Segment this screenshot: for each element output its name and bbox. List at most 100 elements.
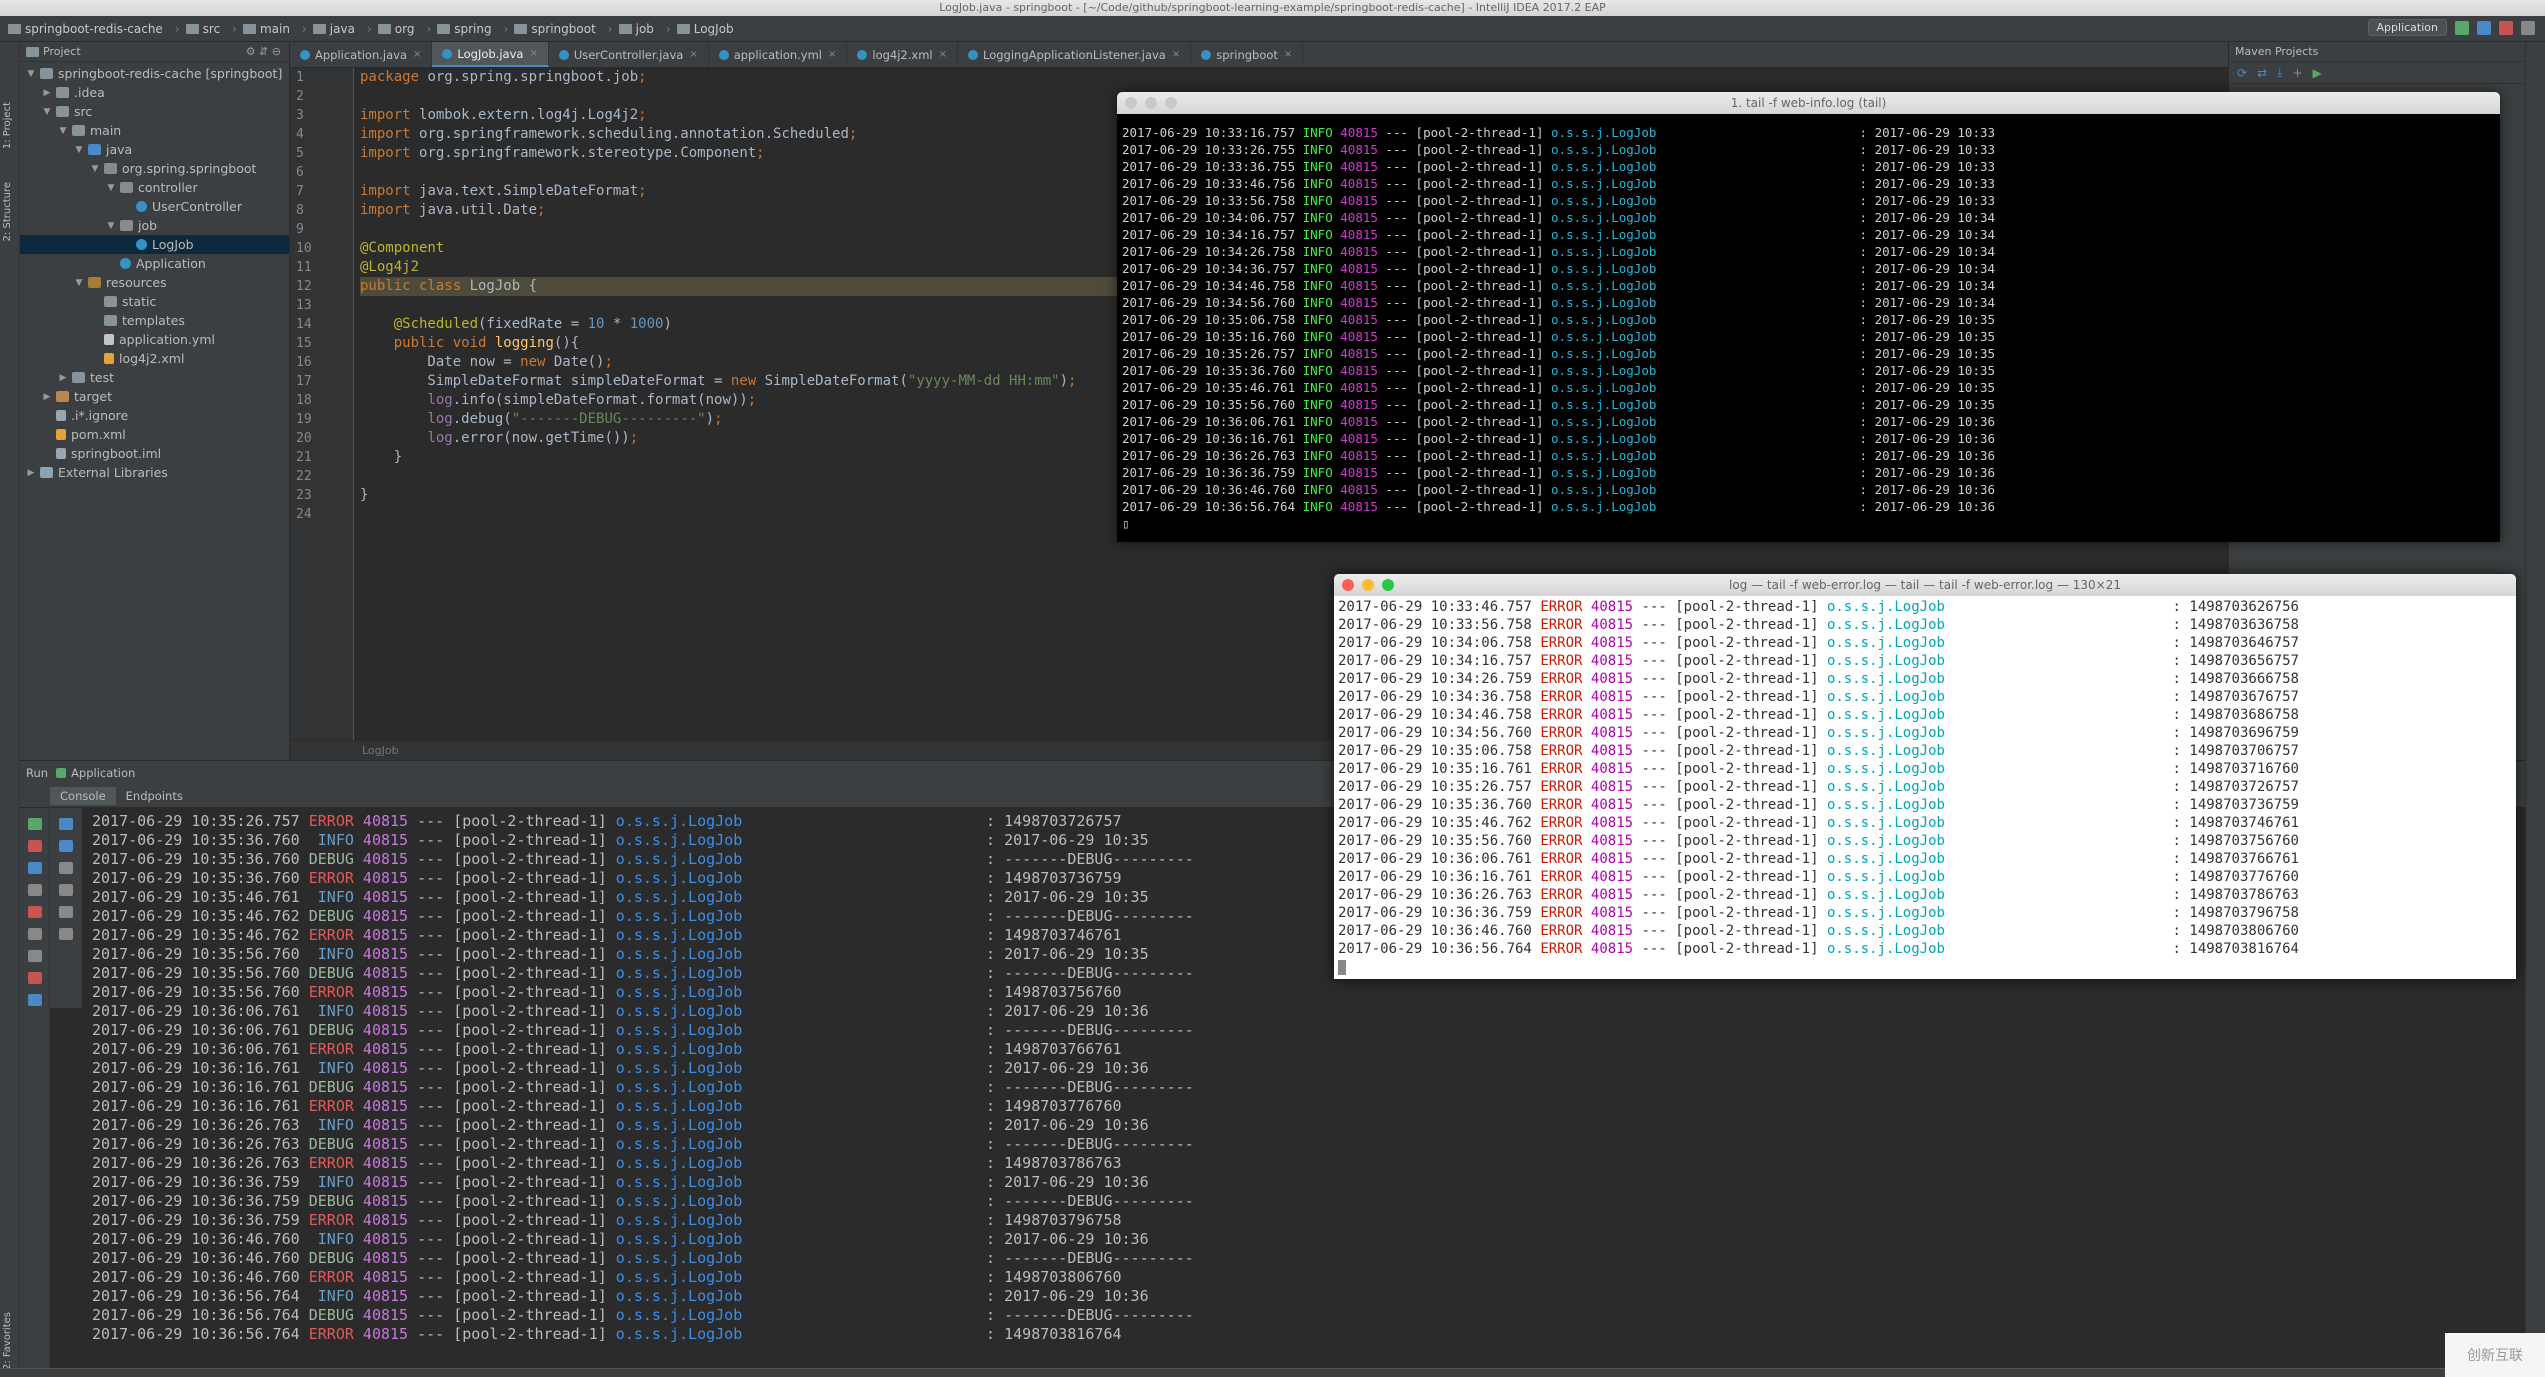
close-tab-icon[interactable]: × (413, 49, 421, 60)
tree-item[interactable]: ▶ test (20, 368, 289, 387)
run-config-select[interactable]: Application (2367, 19, 2447, 36)
tree-item[interactable]: ▼ controller (20, 178, 289, 197)
refresh-icon[interactable]: ⟳ (2237, 66, 2247, 80)
tree-item[interactable]: ▼ org.spring.springboot (20, 159, 289, 178)
breadcrumb-label[interactable]: java (330, 22, 355, 36)
breadcrumb-item[interactable]: › org (361, 22, 415, 36)
layout-icon[interactable] (27, 928, 42, 940)
close-window-icon[interactable] (1125, 97, 1137, 109)
breadcrumb-label[interactable]: job (636, 22, 654, 36)
expand-arrow-icon[interactable]: ▼ (106, 221, 116, 231)
code-line[interactable]: package org.spring.springboot.job; (360, 68, 2228, 87)
tree-item[interactable]: templates (20, 311, 289, 330)
close-icon[interactable] (27, 972, 42, 984)
close-window-icon[interactable] (1342, 579, 1354, 591)
editor-tab[interactable]: UserController.java × (549, 42, 709, 67)
tree-item[interactable]: static (20, 292, 289, 311)
expand-arrow-icon[interactable]: ▶ (42, 392, 52, 402)
breadcrumb-label[interactable]: src (203, 22, 221, 36)
breadcrumb-item[interactable]: springboot-redis-cache (8, 22, 163, 36)
structure-tool-label[interactable]: 2: Structure (2, 182, 13, 241)
breadcrumb-item[interactable]: › java (296, 22, 355, 36)
search-everywhere-icon[interactable] (2521, 20, 2535, 35)
close-tab-icon[interactable]: × (529, 48, 537, 59)
close-tab-icon[interactable]: × (939, 49, 947, 60)
run-panel-label[interactable]: Run (26, 766, 48, 780)
tree-item[interactable]: ▼ main (20, 121, 289, 140)
expand-arrow-icon[interactable]: ▶ (58, 373, 68, 383)
project-pane-title[interactable]: Project (43, 45, 81, 58)
print-icon[interactable] (59, 906, 73, 918)
terminal-info-output[interactable]: 2017-06-29 10:33:16.757 INFO 40815 --- [… (1117, 114, 2500, 532)
expand-arrow-icon[interactable]: ▼ (26, 69, 36, 79)
project-tool-label[interactable]: 1: Project (2, 102, 13, 149)
tree-item[interactable]: ▼ src (20, 102, 289, 121)
breadcrumb-item[interactable]: › job (602, 22, 654, 36)
tab-console[interactable]: Console (50, 786, 116, 805)
zoom-window-icon[interactable] (1165, 97, 1177, 109)
add-icon[interactable]: + (2292, 66, 2302, 80)
expand-arrow-icon[interactable]: ▼ (42, 107, 52, 117)
favorites-tool-label[interactable]: 2: Favorites (2, 1312, 13, 1370)
terminal-window-error-log[interactable]: log — tail -f web-error.log — tail — tai… (1334, 574, 2516, 979)
expand-arrow-icon[interactable]: ▼ (74, 278, 84, 288)
minimize-window-icon[interactable] (1145, 97, 1157, 109)
reimport-icon[interactable]: ⇄ (2257, 66, 2267, 80)
tree-item[interactable]: Application (20, 254, 289, 273)
tree-item[interactable]: springboot.iml (20, 444, 289, 463)
editor-tab[interactable]: LogJob.java × (432, 42, 549, 67)
tree-item[interactable]: ▼ springboot-redis-cache [springboot] (20, 64, 289, 83)
scroll-to-end-icon[interactable] (59, 884, 73, 896)
expand-arrow-icon[interactable]: ▶ (42, 88, 52, 98)
breadcrumb-item[interactable]: › src (169, 22, 220, 36)
breadcrumb-label[interactable]: org (395, 22, 415, 36)
close-tab-icon[interactable]: × (1172, 49, 1180, 60)
minimize-window-icon[interactable] (1362, 579, 1374, 591)
gear-icon[interactable]: ⚙ ⇵ ⊖ (246, 45, 281, 58)
maven-pane-title[interactable]: Maven Projects (2235, 45, 2318, 58)
breadcrumb-label[interactable]: LogJob (694, 22, 734, 36)
tree-item[interactable]: pom.xml (20, 425, 289, 444)
run-panel-config[interactable]: Application (71, 766, 135, 780)
editor-tab[interactable]: LoggingApplicationListener.java × (958, 42, 1192, 67)
editor-tab[interactable]: log4j2.xml × (847, 42, 958, 67)
pause-icon[interactable] (27, 862, 42, 874)
tree-item[interactable]: ▶ target (20, 387, 289, 406)
editor-tab[interactable]: application.yml × (709, 42, 848, 67)
tree-item[interactable]: ▼ java (20, 140, 289, 159)
scroll-down-icon[interactable] (59, 840, 73, 852)
stop-run-icon[interactable] (27, 840, 42, 852)
tree-item[interactable]: ▼ resources (20, 273, 289, 292)
breadcrumb-item[interactable]: › LogJob (660, 22, 734, 36)
terminal-window-info-log[interactable]: 1. tail -f web-info.log (tail) 2017-06-2… (1117, 92, 2500, 542)
run-maven-icon[interactable]: ▶ (2313, 66, 2322, 80)
terminal-error-output[interactable]: 2017-06-29 10:33:46.757 ERROR 40815 --- … (1334, 596, 2516, 976)
breadcrumb-label[interactable]: main (260, 22, 290, 36)
breadcrumb-item[interactable]: › main (226, 22, 290, 36)
exit-icon[interactable] (27, 906, 42, 918)
clear-all-icon[interactable] (59, 928, 73, 940)
breadcrumb-label[interactable]: spring (454, 22, 491, 36)
scroll-up-icon[interactable] (59, 818, 73, 830)
rerun-icon[interactable] (27, 818, 42, 830)
help-icon[interactable] (27, 994, 42, 1006)
tree-item[interactable]: ▼ job (20, 216, 289, 235)
breadcrumb-label[interactable]: springboot (531, 22, 595, 36)
download-icon[interactable]: ⤓ (2277, 65, 2282, 80)
tree-item[interactable]: .i*.ignore (20, 406, 289, 425)
expand-arrow-icon[interactable]: ▼ (58, 126, 68, 136)
breadcrumb-item[interactable]: › spring (420, 22, 491, 36)
zoom-window-icon[interactable] (1382, 579, 1394, 591)
editor-tab[interactable]: springboot × (1191, 42, 1304, 67)
tree-item[interactable]: ▶ .idea (20, 83, 289, 102)
close-tab-icon[interactable]: × (689, 49, 697, 60)
tree-item[interactable]: ▶ External Libraries (20, 463, 289, 482)
run-icon[interactable] (2455, 20, 2469, 35)
tree-item[interactable]: application.yml (20, 330, 289, 349)
expand-arrow-icon[interactable]: ▼ (74, 145, 84, 155)
tree-item[interactable]: UserController (20, 197, 289, 216)
dump-threads-icon[interactable] (27, 884, 42, 896)
close-tab-icon[interactable]: × (828, 49, 836, 60)
tree-item[interactable]: LogJob (20, 235, 289, 254)
stop-icon[interactable] (2499, 20, 2513, 35)
